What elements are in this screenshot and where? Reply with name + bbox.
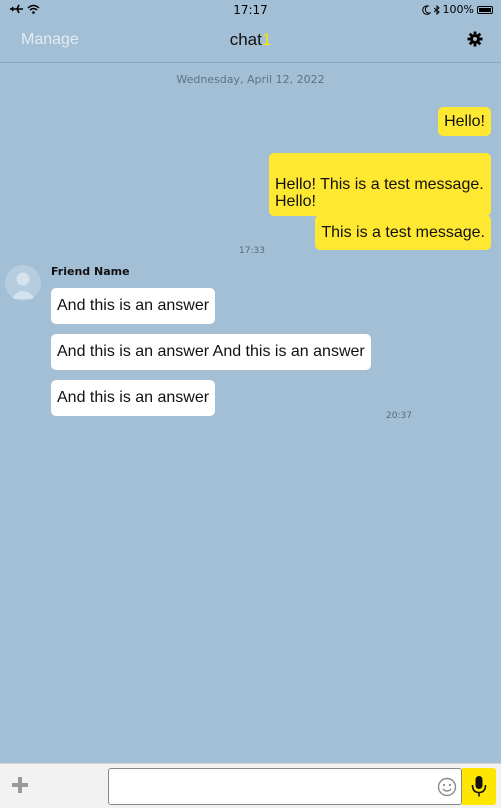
message-text: This is a test message. [321, 224, 485, 241]
status-right: 100% [421, 3, 493, 16]
gear-icon[interactable] [467, 31, 483, 47]
message-text: Hello! This is a test message. Hello! [275, 176, 484, 210]
outgoing-message[interactable]: Hello! This is a test message. Hello! [269, 153, 491, 216]
message-time: 20:37 [386, 411, 412, 421]
message-text: And this is an answer [57, 389, 210, 406]
moon-icon [421, 4, 431, 15]
friend-name: Friend Name [51, 265, 130, 278]
incoming-message[interactable]: And this is an answer And this is an ans… [51, 334, 371, 370]
status-bar: 17:17 100% [0, 0, 501, 22]
bluetooth-icon [433, 4, 440, 15]
message-time: 17:33 [239, 246, 265, 256]
battery-percent: 100% [442, 3, 474, 16]
incoming-message[interactable]: And this is an answer [51, 288, 216, 324]
microphone-icon [471, 776, 487, 797]
chat-title-text: chat [229, 30, 262, 49]
message-input[interactable] [108, 768, 462, 805]
date-separator: Wednesday, April 12, 2022 [176, 73, 325, 86]
message-text: And this is an answer [57, 297, 210, 314]
microphone-button[interactable] [462, 768, 496, 805]
plus-icon[interactable] [8, 773, 32, 797]
message-text: Hello! [444, 113, 485, 130]
composer-bar [0, 763, 501, 808]
message-text: And this is an answer And this is an ans… [57, 343, 365, 360]
outgoing-message[interactable]: Hello! [438, 107, 491, 136]
nav-bar: Manage chat1 [0, 22, 501, 63]
incoming-message[interactable]: And this is an answer [51, 380, 216, 416]
friend-avatar[interactable] [5, 265, 41, 301]
outgoing-message[interactable]: This is a test message. [315, 215, 491, 250]
user-icon [11, 272, 35, 299]
smiley-icon[interactable] [437, 777, 457, 797]
battery-icon [477, 5, 493, 14]
chat-title: chat1 [0, 30, 501, 50]
chat-title-badge: 1 [261, 30, 272, 49]
